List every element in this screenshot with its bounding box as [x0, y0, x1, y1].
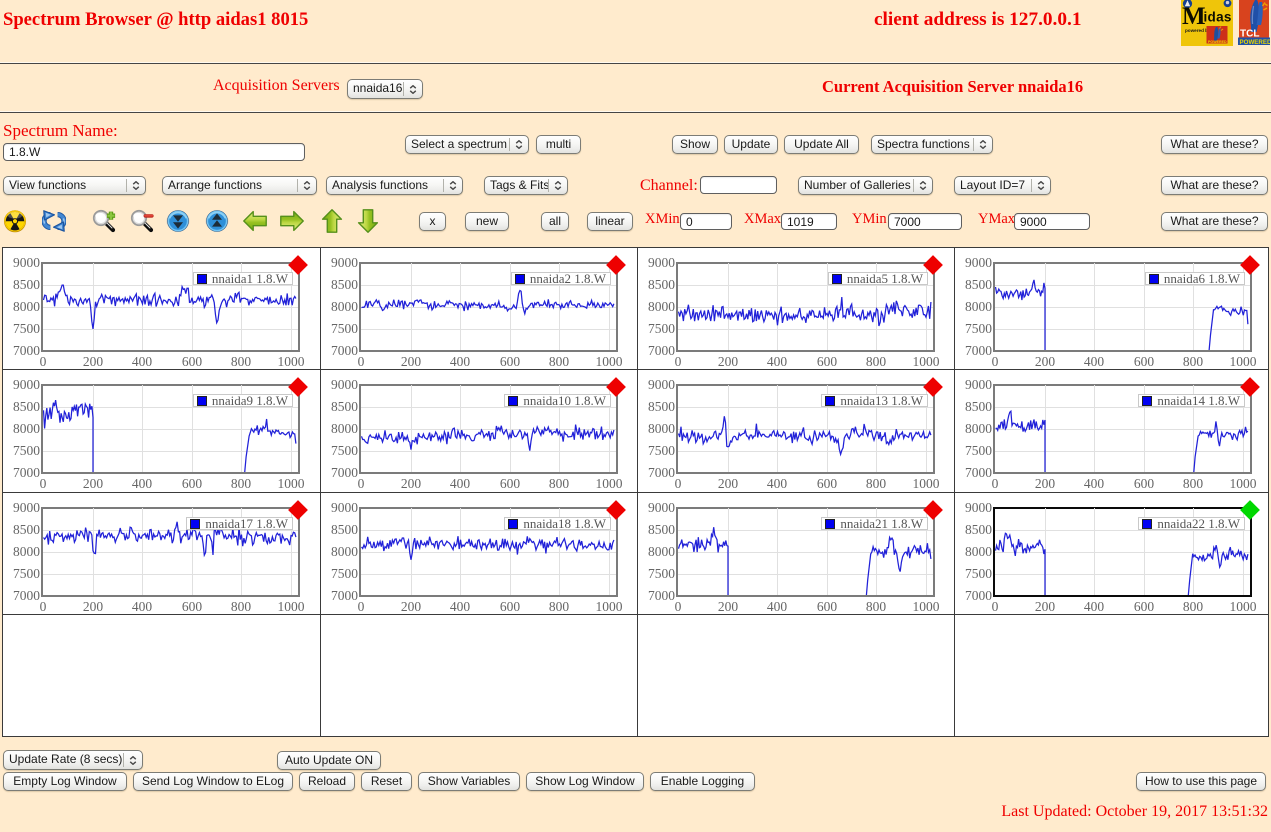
svg-text:POWERED: POWERED — [1240, 39, 1271, 45]
svg-text:idas: idas — [1204, 10, 1232, 25]
svg-text:M: M — [1182, 3, 1206, 30]
svg-text:POWERED: POWERED — [1208, 40, 1227, 44]
